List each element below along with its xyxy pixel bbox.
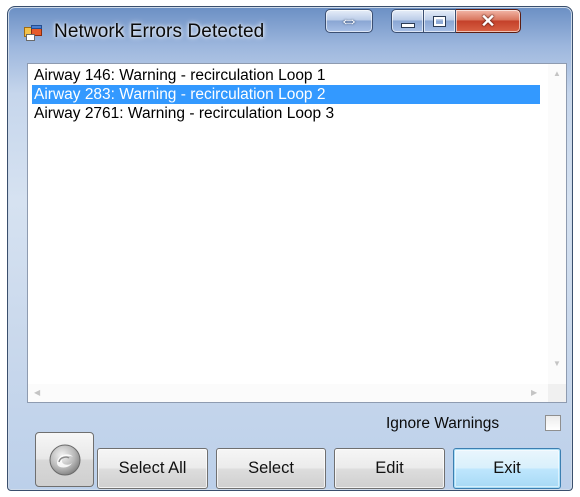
app-window-icon [24, 25, 42, 41]
maximize-button[interactable] [424, 9, 456, 33]
swirl-icon [49, 444, 80, 475]
ignore-warnings-label: Ignore Warnings [386, 415, 500, 432]
scroll-left-icon[interactable]: ◀ [34, 389, 40, 397]
select-all-button[interactable]: Select All [97, 448, 208, 489]
minimize-button[interactable] [391, 9, 424, 33]
scroll-down-icon[interactable]: ▼ [553, 360, 561, 368]
scroll-right-icon[interactable]: ▶ [531, 389, 537, 397]
dialog-window: Network Errors Detected ⇔ ✕ Airway 146: … [7, 6, 573, 491]
minimize-icon [400, 22, 415, 28]
close-button[interactable]: ✕ [456, 9, 521, 33]
select-button[interactable]: Select [216, 448, 326, 489]
double-arrow-icon: ⇔ [339, 10, 359, 32]
exit-button[interactable]: Exit [453, 448, 561, 489]
horizontal-scrollbar[interactable]: ◀ ▶ [28, 384, 548, 402]
close-icon: ✕ [480, 11, 496, 31]
ignore-warnings-checkbox[interactable] [545, 415, 561, 431]
swirl-button[interactable] [35, 432, 94, 487]
list-item[interactable]: Airway 2761: Warning - recirculation Loo… [32, 104, 540, 123]
scrollbar-corner [548, 384, 566, 402]
edit-button[interactable]: Edit [334, 448, 445, 489]
error-listbox[interactable]: Airway 146: Warning - recirculation Loop… [27, 63, 567, 403]
swap-button[interactable]: ⇔ [325, 9, 373, 33]
list-item-selected[interactable]: Airway 283: Warning - recirculation Loop… [32, 85, 540, 104]
vertical-scrollbar[interactable]: ▲ ▼ [548, 64, 566, 384]
title-bar[interactable]: Network Errors Detected ⇔ ✕ [8, 7, 572, 57]
list-item[interactable]: Airway 146: Warning - recirculation Loop… [32, 66, 540, 85]
scroll-up-icon[interactable]: ▲ [553, 70, 561, 78]
maximize-icon [433, 15, 446, 27]
window-title: Network Errors Detected [54, 21, 265, 42]
